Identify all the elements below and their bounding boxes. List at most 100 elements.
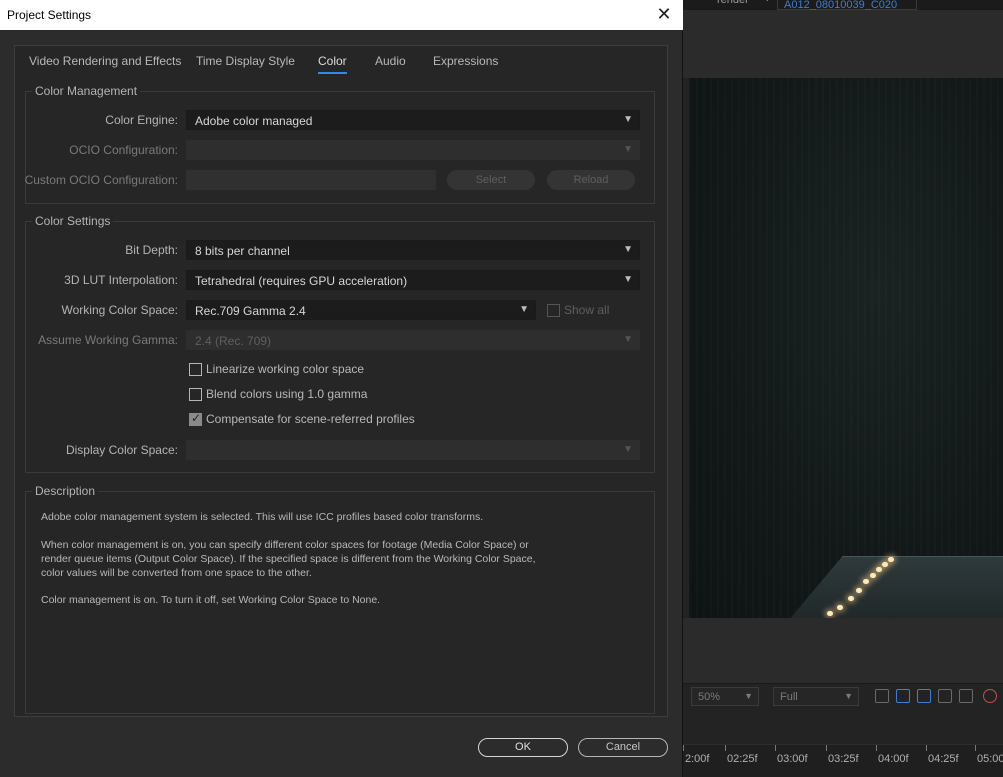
project-settings-dialog: Project Settings ✕ Video Rendering and E… xyxy=(0,0,683,777)
show-all-label: Show all xyxy=(564,303,610,317)
compensate-scene-referred-checkbox[interactable] xyxy=(189,411,202,426)
display-color-space-label: Display Color Space: xyxy=(65,443,178,457)
candle-light xyxy=(888,557,894,562)
chevron-down-icon: ▼ xyxy=(623,114,633,125)
timeline-ruler[interactable]: 2:00f 02:25f 03:00f 03:25f 04:00f 04:25f… xyxy=(682,744,1003,777)
show-all-checkbox[interactable] xyxy=(547,304,560,317)
linearize-checkbox[interactable] xyxy=(189,363,202,376)
reload-button[interactable]: Reload xyxy=(547,170,635,190)
viewer-top-area xyxy=(683,10,1003,78)
color-channel-icon[interactable] xyxy=(983,689,997,703)
ok-button[interactable]: OK xyxy=(478,738,568,757)
color-engine-value: Adobe color managed xyxy=(195,114,313,128)
working-color-space-label: Working Color Space: xyxy=(61,303,179,317)
ocio-configuration-label: OCIO Configuration: xyxy=(69,143,178,157)
transparency-grid-icon[interactable] xyxy=(896,689,910,703)
chevron-down-icon: ▼ xyxy=(623,444,633,455)
tab-video-rendering-and-effects[interactable]: Video Rendering and Effects xyxy=(29,54,181,68)
bit-depth-dropdown[interactable]: 8 bits per channel ▼ xyxy=(186,240,640,260)
timeline-tick: 05:00 xyxy=(975,745,1003,765)
timeline-tick: 02:25f xyxy=(725,745,758,765)
region-of-interest-icon[interactable] xyxy=(875,689,889,703)
chevron-down-icon: ▼ xyxy=(519,304,529,315)
timeline-tick: 03:00f xyxy=(775,745,808,765)
resolution-dropdown[interactable]: Full ▼ xyxy=(773,687,859,706)
mask-visibility-icon[interactable] xyxy=(917,689,931,703)
compensate-scene-referred-label: Compensate for scene-referred profiles xyxy=(206,412,415,426)
ocio-configuration-dropdown[interactable]: ▼ xyxy=(186,140,640,160)
timeline-tick: 03:25f xyxy=(826,745,859,765)
color-management-group: Color Management Color Engine: Adobe col… xyxy=(24,84,655,204)
candle-light xyxy=(863,579,869,584)
group-title: Color Settings xyxy=(32,214,114,228)
render-tab[interactable]: render xyxy=(717,0,749,6)
description-line: render queue items (Output Color Space).… xyxy=(41,553,536,565)
chevron-left-icon[interactable]: ‹ xyxy=(765,0,769,5)
chevron-down-icon: ▼ xyxy=(744,691,753,701)
settings-panel: Video Rendering and Effects Time Display… xyxy=(14,45,668,717)
snapshot-icon[interactable] xyxy=(959,689,973,703)
color-engine-label: Color Engine: xyxy=(105,113,178,127)
custom-ocio-field[interactable] xyxy=(186,170,436,190)
bit-depth-label: Bit Depth: xyxy=(125,243,178,257)
composition-preview xyxy=(689,78,1003,618)
candle-light xyxy=(870,573,876,578)
description-line: color values will be converted from one … xyxy=(41,567,312,579)
group-title: Color Management xyxy=(32,84,141,98)
working-color-space-dropdown[interactable]: Rec.709 Gamma 2.4 ▼ xyxy=(186,300,536,320)
assume-working-gamma-label: Assume Working Gamma: xyxy=(38,333,178,347)
description-group: Description Adobe color management syste… xyxy=(25,484,655,714)
settings-tabs: Video Rendering and Effects Time Display… xyxy=(15,46,667,76)
composition-tab[interactable]: A012_08010039_C020 xyxy=(777,0,917,10)
tab-color[interactable]: Color xyxy=(318,54,347,74)
zoom-dropdown[interactable]: 50% ▼ xyxy=(691,687,759,706)
candle-light xyxy=(856,588,862,593)
assume-working-gamma-value: 2.4 (Rec. 709) xyxy=(195,334,272,348)
composition-tab-bar: render ‹ A012_08010039_C020 xyxy=(683,0,1003,10)
lut-interpolation-value: Tetrahedral (requires GPU acceleration) xyxy=(195,274,408,288)
close-icon[interactable]: ✕ xyxy=(653,4,675,26)
timeline-header xyxy=(683,709,1003,744)
display-color-space-dropdown[interactable]: ▼ xyxy=(186,440,640,460)
timeline-tick: 04:25f xyxy=(926,745,959,765)
candle-light xyxy=(837,605,843,610)
viewer-controls: 50% ▼ Full ▼ xyxy=(683,683,1003,709)
tab-audio[interactable]: Audio xyxy=(375,54,406,68)
dialog-title-bar[interactable]: Project Settings ✕ xyxy=(0,0,683,30)
chevron-down-icon: ▼ xyxy=(844,691,853,701)
candle-light xyxy=(848,596,854,601)
candle-light xyxy=(876,567,882,572)
tab-time-display-style[interactable]: Time Display Style xyxy=(196,54,295,68)
timeline-tick: 04:00f xyxy=(876,745,909,765)
description-line: Color management is on. To turn it off, … xyxy=(41,594,381,606)
lut-interpolation-label: 3D LUT Interpolation: xyxy=(64,273,178,287)
guides-icon[interactable] xyxy=(938,689,952,703)
resolution-value: Full xyxy=(780,691,798,703)
color-settings-group: Color Settings Bit Depth: 8 bits per cha… xyxy=(25,214,655,473)
candle-light xyxy=(827,611,833,616)
blend-gamma-checkbox[interactable] xyxy=(189,388,202,401)
group-title: Description xyxy=(32,484,99,498)
chevron-down-icon: ▼ xyxy=(623,274,633,285)
color-engine-dropdown[interactable]: Adobe color managed ▼ xyxy=(186,110,640,130)
chevron-down-icon: ▼ xyxy=(623,144,633,155)
working-color-space-value: Rec.709 Gamma 2.4 xyxy=(195,304,306,318)
blend-gamma-label: Blend colors using 1.0 gamma xyxy=(206,387,368,401)
bit-depth-value: 8 bits per channel xyxy=(195,244,290,258)
lut-interpolation-dropdown[interactable]: Tetrahedral (requires GPU acceleration) … xyxy=(186,270,640,290)
tab-expressions[interactable]: Expressions xyxy=(433,54,498,68)
candle-light xyxy=(882,562,888,567)
background-app: render ‹ A012_08010039_C020 50% ▼ Full ▼ xyxy=(682,0,1003,777)
viewer-bottom-area xyxy=(683,618,1003,683)
assume-working-gamma-dropdown[interactable]: 2.4 (Rec. 709) ▼ xyxy=(186,330,640,350)
description-line: When color management is on, you can spe… xyxy=(41,539,529,551)
cancel-button[interactable]: Cancel xyxy=(578,738,668,757)
timeline-tick: 2:00f xyxy=(682,745,710,765)
custom-ocio-label: Custom OCIO Configuration: xyxy=(24,173,178,187)
dialog-title: Project Settings xyxy=(7,8,92,22)
select-button[interactable]: Select xyxy=(447,170,535,190)
zoom-value: 50% xyxy=(698,691,721,703)
description-line: Adobe color management system is selecte… xyxy=(41,511,484,523)
forest-texture xyxy=(689,78,1003,618)
chevron-down-icon: ▼ xyxy=(623,244,633,255)
